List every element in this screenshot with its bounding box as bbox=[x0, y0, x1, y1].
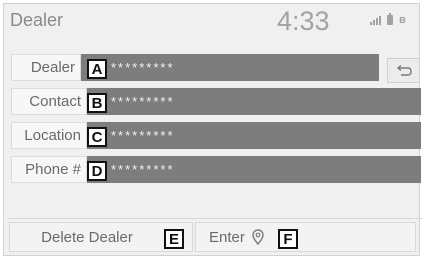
page-title: Dealer bbox=[10, 10, 64, 30]
map-pin-icon bbox=[252, 229, 264, 245]
location-field-value[interactable]: ********* bbox=[87, 122, 421, 149]
enter-button[interactable]: Enter bbox=[195, 222, 416, 252]
contact-field-label: Contact bbox=[11, 88, 87, 115]
callout-f: F bbox=[278, 229, 298, 249]
back-button[interactable] bbox=[387, 58, 420, 83]
signal-icon bbox=[370, 16, 381, 25]
dealer-field-label: Dealer bbox=[11, 54, 81, 81]
phone-field-row[interactable]: Phone # ********* bbox=[11, 156, 421, 183]
location-field-row[interactable]: Location ********* bbox=[11, 122, 421, 149]
status-bar: ʙ bbox=[370, 13, 406, 26]
back-arrow-icon bbox=[396, 64, 412, 76]
dealer-field-row[interactable]: Dealer ********* bbox=[11, 54, 379, 81]
callout-c: C bbox=[87, 127, 107, 147]
dealer-screen: Dealer 4:33 ʙ Dealer ********* Contact *… bbox=[3, 3, 423, 256]
bluetooth-icon: ʙ bbox=[399, 14, 406, 26]
dealer-field-value[interactable]: ********* bbox=[81, 54, 379, 81]
clock: 4:33 bbox=[277, 6, 330, 36]
phone-field-label: Phone # bbox=[11, 156, 87, 183]
callout-b: B bbox=[87, 93, 107, 113]
location-field-label: Location bbox=[11, 122, 87, 149]
battery-icon bbox=[387, 13, 393, 25]
callout-a: A bbox=[87, 59, 107, 79]
delete-dealer-label: Delete Dealer bbox=[41, 228, 133, 246]
callout-e: E bbox=[164, 229, 184, 249]
callout-d: D bbox=[87, 161, 107, 181]
phone-field-value[interactable]: ********* bbox=[87, 156, 421, 183]
enter-label: Enter bbox=[209, 228, 245, 246]
contact-field-row[interactable]: Contact ********* bbox=[11, 88, 421, 115]
contact-field-value[interactable]: ********* bbox=[87, 88, 421, 115]
footer-divider bbox=[7, 218, 423, 219]
